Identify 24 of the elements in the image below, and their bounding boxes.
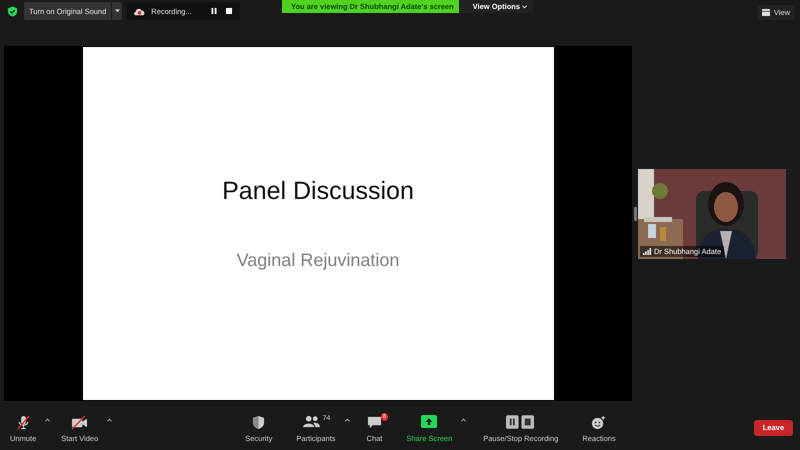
cloud-icon [133, 6, 146, 16]
shield-icon [252, 415, 266, 430]
menu-caret-button[interactable] [106, 417, 114, 423]
signal-icon [643, 248, 651, 254]
pause-button[interactable] [208, 8, 219, 14]
menu-caret-button[interactable] [44, 417, 52, 423]
shield-check-icon[interactable] [7, 6, 18, 16]
chat-bubble-icon [366, 415, 382, 429]
chevron-down-icon [522, 4, 528, 8]
smiley-plus-icon [591, 415, 606, 430]
menu-caret-button[interactable] [344, 417, 351, 423]
people-icon [302, 415, 321, 428]
resize-handle[interactable] [634, 206, 637, 220]
stop-icon [226, 8, 232, 14]
share-screen-icon [421, 415, 438, 428]
caret-icon [114, 9, 120, 13]
stop-button[interactable] [224, 8, 234, 14]
pause-stop-icon [506, 415, 536, 429]
menu-caret-button[interactable] [460, 417, 468, 423]
pause-icon [210, 8, 217, 14]
grid-icon [762, 9, 770, 16]
original-sound-dropdown[interactable] [111, 2, 122, 20]
slide-title: Panel Discussion [222, 177, 414, 206]
slide-subtitle: Vaginal Rejuvination [236, 250, 400, 271]
